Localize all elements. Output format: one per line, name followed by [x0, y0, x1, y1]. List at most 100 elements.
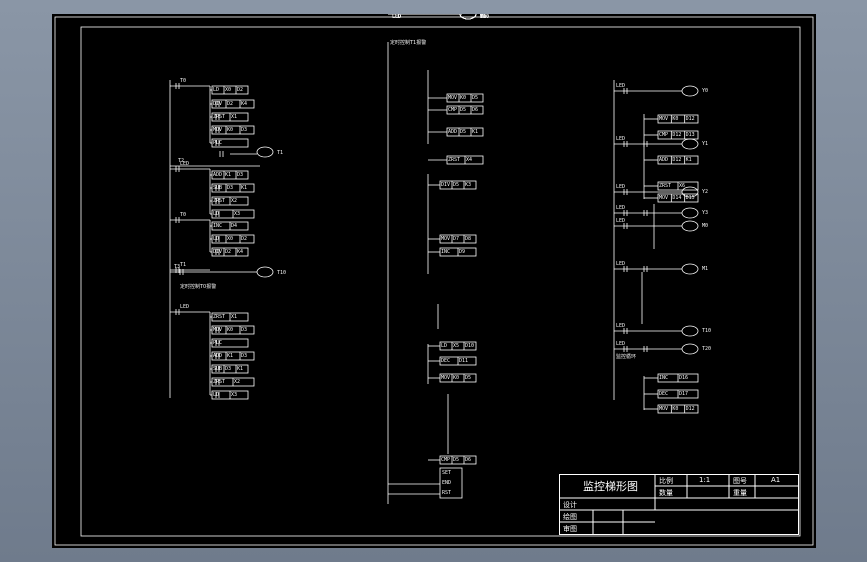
ladder-label: LED [616, 205, 626, 211]
ladder-label: K0 [453, 375, 460, 381]
ladder-label: D3 [237, 172, 244, 178]
ladder-note: 定时控制T1报警 [390, 40, 427, 46]
sheet-value: A1 [771, 476, 781, 484]
ladder-label: Y3 [702, 210, 709, 216]
ladder-label: D5 [460, 129, 467, 135]
ladder-label: INC [659, 375, 669, 381]
coil [681, 220, 699, 232]
coil [459, 14, 477, 20]
ladder-label: K1 [225, 172, 232, 178]
ladder-label: K0 [672, 116, 679, 122]
ladder-label: K0 [672, 406, 679, 412]
ladder-label: LD [213, 392, 220, 398]
ladder-label: LD [213, 236, 220, 242]
ladder-label: ZRST [213, 379, 226, 385]
ladder-label: D14 [672, 195, 682, 201]
ladder-label: D15 [685, 195, 695, 201]
ladder-label: SET [442, 470, 452, 476]
ladder-label: MOV [659, 116, 669, 122]
ladder-label: Y0 [702, 88, 709, 94]
ladder-label: X4 [466, 157, 473, 163]
ladder-label: DEC [441, 358, 451, 364]
ladder-label: MOV [213, 327, 223, 333]
ladder-label: LED [616, 136, 626, 142]
ladder-label: END [442, 480, 452, 486]
drafter-label: 绘图 [563, 513, 577, 521]
ladder-label: X0 [227, 236, 234, 242]
ladder-label: K4 [241, 101, 248, 107]
ladder-label: CMP [659, 132, 669, 138]
ladder-label: M0 [702, 223, 709, 229]
drawing-title: 监控梯形图 [583, 480, 638, 493]
ladder-label: X2 [234, 379, 241, 385]
ladder-label: RST [442, 490, 452, 496]
ladder-label: X6 [679, 183, 686, 189]
ladder-label: SUB [213, 366, 223, 372]
coil [459, 14, 477, 20]
ladder-label: LED [616, 184, 626, 190]
ladder-label: X2 [231, 198, 238, 204]
ladder-label: LD [213, 211, 220, 217]
ladder-label: Y2 [702, 189, 709, 195]
ladder-label: D12 [672, 157, 682, 163]
ladder-label: PLC [213, 140, 223, 146]
ladder-label: MOV [659, 406, 669, 412]
ladder-label: D8 [465, 236, 472, 242]
ladder-label: SUB [213, 185, 223, 191]
coil [459, 14, 477, 20]
ladder-label: D5 [460, 107, 467, 113]
ladder-label: LD [213, 87, 220, 93]
ladder-label: DIV [213, 249, 223, 255]
drawing-sheet: T0 LD X0 D2 DIV D2 K4 ZRST X1 MOV K0 D3 PLC LED ADD K1 D… [52, 14, 816, 548]
ladder-label: T20 [702, 346, 712, 352]
ladder-label: D5 [453, 182, 460, 188]
designer-label: 设计 [563, 501, 577, 509]
ladder-label: INC [213, 223, 223, 229]
ladder-label: MOV [441, 236, 451, 242]
sheet-label: 图号 [733, 477, 747, 485]
ladder-label: MOV [659, 195, 669, 201]
ladder-label: K1 [241, 185, 248, 191]
quantity-label: 数量 [659, 489, 673, 497]
coil [681, 207, 699, 219]
ladder-label: ADD [213, 353, 223, 359]
ladder-label: D3 [225, 366, 232, 372]
ladder-label: DEC [659, 391, 669, 397]
coil [459, 14, 477, 20]
ladder-label: D2 [227, 101, 234, 107]
ladder-label: D4 [231, 223, 238, 229]
ladder-label: LED [392, 14, 402, 20]
ladder-label: X0 [225, 87, 232, 93]
ladder-label: T1 [277, 150, 284, 156]
ladder-label: ADD [213, 172, 223, 178]
ladder-label: INC [441, 249, 451, 255]
ladder-label: M1 [702, 266, 709, 272]
coil [459, 14, 477, 20]
ladder-label: D13 [685, 132, 695, 138]
ladder-label: D12 [685, 406, 695, 412]
ladder-label: LED [616, 83, 626, 89]
ladder-label: K1 [237, 366, 244, 372]
ladder-diagram [54, 14, 814, 546]
ladder-label: D2 [237, 87, 244, 93]
ladder-label: LD [441, 343, 448, 349]
ladder-label: K1 [685, 157, 692, 163]
outer-frame [54, 16, 814, 546]
ladder-label: T1 [180, 262, 187, 268]
ladder-label: MOV [441, 375, 451, 381]
ladder-label: LED [616, 261, 626, 267]
ladder-label: D9 [459, 249, 466, 255]
ladder-label: D6 [472, 107, 479, 113]
ladder-label: ZRST [213, 198, 226, 204]
ladder-label: LED [616, 218, 626, 224]
ladder-label: ADD [659, 157, 669, 163]
ladder-label: LED [616, 341, 626, 347]
ladder-label: MOV [213, 127, 223, 133]
ladder-label: K4 [237, 249, 244, 255]
coil [459, 14, 477, 20]
ladder-label: D5 [453, 457, 460, 463]
coil [459, 14, 477, 20]
ladder-label: D7 [453, 236, 460, 242]
ladder-label: DIV [441, 182, 451, 188]
weight-label: 重量 [733, 489, 747, 497]
